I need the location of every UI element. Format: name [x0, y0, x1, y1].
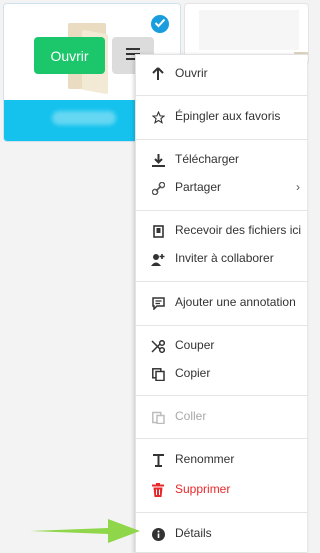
blurred-file-name [52, 111, 116, 125]
star-icon [151, 110, 165, 124]
menu-item-copy[interactable]: Copier [136, 360, 308, 388]
menu-divider [136, 139, 308, 140]
menu-divider [136, 210, 308, 211]
menu-divider [136, 512, 308, 513]
menu-item-label: Télécharger [175, 152, 240, 166]
menu-item-label: Épingler aux favoris [175, 109, 281, 123]
secondary-thumbnail [199, 10, 299, 50]
menu-divider [136, 281, 308, 282]
menu-item-open[interactable]: Ouvrir [136, 60, 308, 88]
menu-item-download[interactable]: Télécharger [136, 146, 308, 174]
share-icon [151, 181, 165, 195]
selected-badge[interactable] [149, 13, 171, 35]
pointer-arrow-icon [30, 519, 140, 543]
menu-item-label: Ajouter une annotation [175, 295, 296, 309]
menu-item-label: Supprimer [175, 482, 231, 496]
menu-item-details[interactable]: Détails [136, 520, 308, 548]
add-user-icon [151, 252, 165, 266]
context-menu: Ouvrir Épingler aux favoris Télécharger … [135, 54, 308, 553]
paste-icon [151, 410, 165, 424]
menu-item-label: Couper [175, 338, 215, 352]
info-icon [151, 527, 165, 541]
menu-divider [136, 95, 308, 96]
menu-item-label: Recevoir des fichiers ici [175, 223, 302, 237]
menu-divider [136, 438, 308, 439]
menu-item-delete[interactable]: Supprimer [136, 476, 308, 504]
menu-item-receive-files[interactable]: Recevoir des fichiers ici [136, 217, 308, 245]
menu-item-annotation[interactable]: Ajouter une annotation [136, 289, 308, 317]
submenu-chevron-icon: › [296, 180, 300, 194]
menu-divider [136, 395, 308, 396]
text-cursor-icon [151, 453, 165, 467]
scissors-icon [151, 339, 165, 353]
arrow-up-icon [151, 67, 165, 81]
open-button[interactable]: Ouvrir [34, 37, 105, 74]
menu-item-label: Coller [175, 409, 207, 423]
menu-divider [136, 325, 308, 326]
comment-icon [151, 296, 165, 310]
check-icon [154, 15, 166, 33]
menu-item-label: Copier [175, 366, 211, 380]
menu-item-cut[interactable]: Couper [136, 332, 308, 360]
menu-item-label: Renommer [175, 452, 235, 466]
menu-item-paste[interactable]: Coller [136, 403, 308, 431]
menu-item-share[interactable]: Partager › [136, 174, 308, 202]
menu-item-pin-favorites[interactable]: Épingler aux favoris [136, 103, 308, 131]
menu-item-label: Détails [175, 526, 212, 540]
menu-item-label: Ouvrir [175, 66, 208, 80]
menu-item-label: Inviter à collaborer [175, 251, 274, 265]
download-icon [151, 153, 165, 167]
menu-item-label: Partager [175, 180, 222, 194]
menu-item-invite[interactable]: Inviter à collaborer [136, 245, 308, 273]
trash-icon [151, 483, 165, 497]
file-drop-icon [151, 224, 165, 238]
copy-icon [151, 367, 165, 381]
menu-item-rename[interactable]: Renommer [136, 446, 308, 474]
